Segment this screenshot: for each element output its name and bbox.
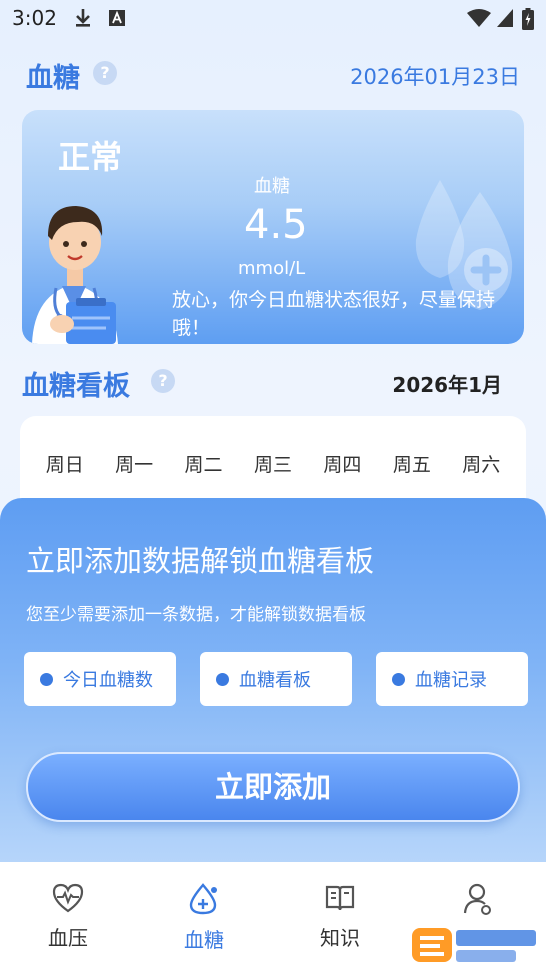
doctor-illustration xyxy=(32,206,118,344)
feature-label: 血糖记录 xyxy=(415,670,487,691)
weekday-label: 周日 xyxy=(45,454,84,476)
tab-profile[interactable] xyxy=(438,882,518,924)
board-month[interactable]: 2026年1月 xyxy=(392,369,502,398)
weekday-label: 周五 xyxy=(392,454,431,476)
unlock-board-sheet: 立即添加数据解锁血糖看板 您至少需要添加一条数据，才能解锁数据看板 今日血糖数 … xyxy=(0,498,546,862)
feature-chip-glucose-board: 血糖看板 xyxy=(200,652,352,706)
current-date[interactable]: 2026年01月23日 xyxy=(350,61,520,91)
tab-label: 知识 xyxy=(320,926,360,950)
wifi-icon xyxy=(467,9,491,27)
board-help-icon[interactable]: ? xyxy=(151,369,175,393)
download-icon xyxy=(76,9,90,27)
board-title: 血糖看板 xyxy=(22,371,130,402)
add-now-button[interactable]: 立即添加 xyxy=(26,752,520,822)
glucose-value: 4.5 xyxy=(244,202,308,248)
help-icon[interactable]: ? xyxy=(93,61,117,85)
status-bar: 3:02 xyxy=(0,0,546,36)
heart-pulse-icon xyxy=(52,883,84,913)
blood-drop-plus-icon xyxy=(189,883,217,915)
signal-icon xyxy=(497,9,513,27)
glucose-label: 血糖 xyxy=(254,176,290,197)
battery-icon xyxy=(522,8,534,30)
tab-label: 血压 xyxy=(48,926,88,950)
bullet-dot xyxy=(392,672,405,686)
weekday-label: 周六 xyxy=(462,454,501,476)
weekday-label: 周一 xyxy=(115,454,154,476)
watermark-logo xyxy=(412,928,536,962)
book-icon xyxy=(325,885,355,911)
app-screen: 3:02 血糖 ? 2026年01月23日 正常 血糖 4.5 mmol/L 放… xyxy=(0,0,546,972)
tab-knowledge[interactable]: 知识 xyxy=(300,882,380,951)
font-a-icon xyxy=(109,10,125,26)
feature-label: 血糖看板 xyxy=(239,670,311,691)
tab-blood-glucose[interactable]: 血糖 xyxy=(164,882,244,953)
sheet-title: 立即添加数据解锁血糖看板 xyxy=(26,544,375,578)
tab-blood-pressure[interactable]: 血压 xyxy=(28,882,108,951)
weekday-label: 周三 xyxy=(253,454,292,476)
feature-chip-glucose-records: 血糖记录 xyxy=(376,652,528,706)
weekday-label: 周二 xyxy=(184,454,223,476)
status-text: 正常 xyxy=(58,138,123,176)
page-title: 血糖 xyxy=(26,63,80,94)
weekday-header: 周日 周一 周二 周三 周四 周五 周六 xyxy=(20,450,526,477)
user-icon xyxy=(463,883,491,915)
feature-chip-today-glucose: 今日血糖数 xyxy=(24,652,176,706)
bullet-dot xyxy=(216,672,229,686)
status-message: 放心，你今日血糖状态很好，尽量保持哦！ xyxy=(172,289,496,339)
glucose-unit: mmol/L xyxy=(238,258,306,279)
bullet-dot xyxy=(40,672,53,686)
feature-label: 今日血糖数 xyxy=(63,670,153,691)
tab-label: 血糖 xyxy=(184,928,224,952)
weekday-label: 周四 xyxy=(323,454,362,476)
glucose-status-card: 正常 血糖 4.5 mmol/L 放心，你今日血糖状态很好，尽量保持哦！ xyxy=(22,110,524,344)
sheet-subtitle: 您至少需要添加一条数据，才能解锁数据看板 xyxy=(26,605,366,625)
status-time: 3:02 xyxy=(12,6,57,30)
